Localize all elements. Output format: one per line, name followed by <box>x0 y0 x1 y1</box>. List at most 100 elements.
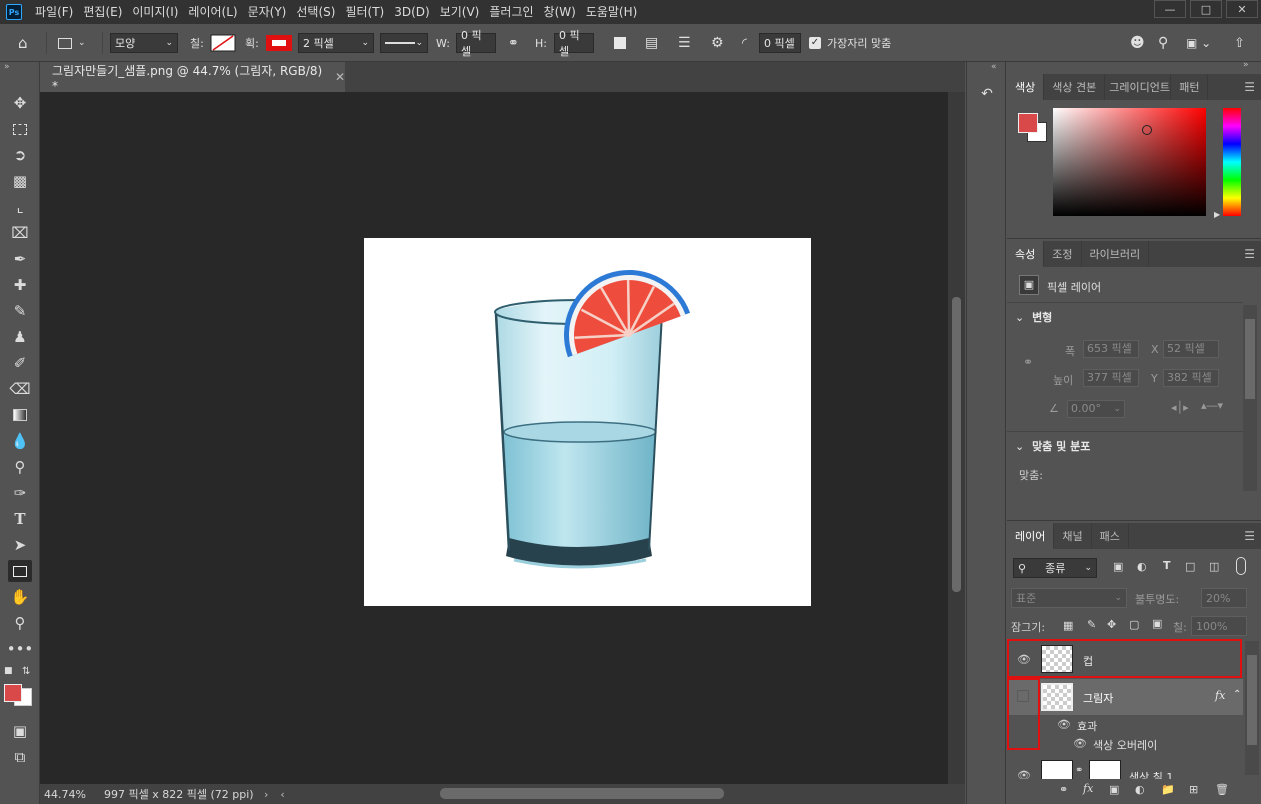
hand-tool-icon[interactable]: ✋ <box>8 586 32 608</box>
expand-icon[interactable]: » <box>1243 60 1249 70</box>
filter-type-icon[interactable]: T <box>1163 559 1171 572</box>
panel-menu-icon[interactable]: ☰ <box>1244 247 1255 261</box>
angle-field[interactable]: 0.00° ⌄ <box>1067 400 1125 418</box>
zoom-tool-icon[interactable]: ⚲ <box>8 612 32 634</box>
filter-shape-icon[interactable]: □ <box>1185 560 1195 573</box>
panel-menu-icon[interactable]: ☰ <box>1244 529 1255 543</box>
width-input[interactable]: 0 픽셀 <box>456 29 496 58</box>
collapse-icon[interactable]: « <box>991 62 997 72</box>
rectangle-tool-icon[interactable] <box>8 560 32 582</box>
home-icon[interactable]: ⌂ <box>18 33 28 53</box>
close-window-button[interactable]: ✕ <box>1226 0 1258 18</box>
fill-field[interactable]: 100% <box>1191 616 1247 636</box>
menu-window[interactable]: 창(W) <box>539 0 581 24</box>
align-edges-checkbox[interactable]: ✓ 가장자리 맞춤 <box>809 33 891 53</box>
lock-transparent-icon[interactable]: ▦ <box>1063 619 1073 632</box>
eyedropper-tool-icon[interactable]: ✒ <box>8 248 32 270</box>
align-distribute-section-header[interactable]: ⌄ 맞춤 및 분포 <box>1015 438 1090 454</box>
menu-file[interactable]: 파일(F) <box>30 0 78 24</box>
width-field[interactable]: 653 픽셀 <box>1083 340 1139 358</box>
menu-edit[interactable]: 편집(E) <box>78 0 127 24</box>
filter-smart-object-icon[interactable]: ◫ <box>1209 560 1219 573</box>
quick-mask-icon[interactable]: ▣ <box>8 720 32 742</box>
path-alignment-icon[interactable]: ▤ <box>645 33 658 53</box>
tab-gradients[interactable]: 그레이디언트 <box>1105 74 1172 100</box>
tab-adjustments[interactable]: 조정 <box>1044 241 1082 267</box>
screen-mode-icon[interactable]: ⧉ <box>8 746 32 768</box>
filter-adjustment-icon[interactable]: ◐ <box>1137 560 1147 573</box>
stroke-swatch[interactable] <box>265 33 293 53</box>
hue-slider[interactable] <box>1223 108 1241 216</box>
share-icon[interactable]: ⇧ <box>1234 33 1245 53</box>
more-tools-icon[interactable]: ••• <box>7 638 34 660</box>
lock-image-icon[interactable]: ✎ <box>1087 618 1096 631</box>
gear-icon[interactable]: ⚙ <box>711 33 724 53</box>
pen-tool-icon[interactable]: ✑ <box>8 482 32 504</box>
document-tab[interactable]: 그림자만들기_샘플.png @ 44.7% (그림자, RGB/8) * ✕ <box>40 62 345 93</box>
brush-tool-icon[interactable]: ✎ <box>8 300 32 322</box>
menu-type[interactable]: 문자(Y) <box>243 0 292 24</box>
tab-libraries[interactable]: 라이브러리 <box>1082 241 1150 267</box>
tab-patterns[interactable]: 패턴 <box>1171 74 1209 100</box>
color-picker-cursor[interactable] <box>1142 125 1152 135</box>
menu-filter[interactable]: 필터(T) <box>340 0 389 24</box>
flip-horizontal-icon[interactable]: ◂│▸ <box>1171 401 1189 414</box>
layer-name[interactable]: 그림자 <box>1083 690 1113 706</box>
default-colors-icon[interactable]: ■ <box>4 666 13 676</box>
marquee-tool-icon[interactable] <box>8 118 32 140</box>
swap-colors-icon[interactable]: ⇅ <box>22 666 30 677</box>
share-user-icon[interactable]: ☻ <box>1130 33 1145 53</box>
path-operations-icon[interactable] <box>614 33 626 53</box>
foreground-color-swatch[interactable] <box>4 684 22 702</box>
tab-paths[interactable]: 패스 <box>1092 523 1129 549</box>
search-icon[interactable]: ⚲ <box>1158 33 1168 53</box>
filter-pixel-icon[interactable]: ▣ <box>1113 560 1123 573</box>
shape-mode-select[interactable]: 모양 ⌄ <box>110 33 178 53</box>
properties-scroll-thumb[interactable] <box>1245 319 1255 399</box>
menu-image[interactable]: 이미지(I) <box>127 0 183 24</box>
vertical-scrollbar[interactable] <box>948 92 965 784</box>
scroll-left-icon[interactable]: ‹ <box>280 788 284 801</box>
stroke-type-select[interactable]: ⌄ <box>380 33 428 53</box>
opacity-field[interactable]: 20% <box>1201 588 1247 608</box>
blur-tool-icon[interactable]: 💧 <box>8 430 32 452</box>
color-overlay-effect-row[interactable]: 👁 색상 오버레이 <box>1007 734 1243 754</box>
fx-icon[interactable]: fx <box>1215 689 1225 702</box>
zoom-level[interactable]: 44.74% <box>44 788 98 801</box>
frame-tool-icon[interactable]: ⌧ <box>8 222 32 244</box>
filter-toggle[interactable] <box>1236 557 1246 575</box>
dodge-tool-icon[interactable]: ⚲ <box>8 456 32 478</box>
menu-view[interactable]: 보기(V) <box>435 0 485 24</box>
eye-icon[interactable]: 👁 <box>1073 737 1087 750</box>
add-style-icon[interactable]: fx <box>1083 782 1093 795</box>
add-mask-icon[interactable]: ▣ <box>1109 783 1119 796</box>
lock-position-icon[interactable]: ✥ <box>1107 618 1116 631</box>
new-group-icon[interactable]: 📁 <box>1161 783 1175 796</box>
tab-swatches[interactable]: 색상 견본 <box>1044 74 1106 100</box>
history-brush-tool-icon[interactable]: ✐ <box>8 352 32 374</box>
lasso-tool-icon[interactable]: ➲ <box>8 144 32 166</box>
effects-row[interactable]: 👁 효과 <box>1007 715 1243 735</box>
delete-layer-icon[interactable]: 🗑 <box>1215 783 1229 796</box>
gradient-tool-icon[interactable] <box>8 404 32 426</box>
eraser-tool-icon[interactable]: ⌫ <box>8 378 32 400</box>
path-arrangement-icon[interactable]: ☰ <box>678 33 691 53</box>
layer-filter-select[interactable]: ⚲ 종류 ⌄ <box>1013 558 1097 578</box>
color-field[interactable] <box>1053 108 1206 216</box>
transform-section-header[interactable]: ⌄ 변형 <box>1015 309 1052 325</box>
flip-vertical-icon[interactable]: ▴―▾ <box>1201 399 1223 412</box>
color-panel-foreground-swatch[interactable] <box>1018 113 1038 133</box>
tab-layers[interactable]: 레이어 <box>1007 523 1055 549</box>
eye-icon[interactable]: 👁 <box>1057 718 1071 731</box>
new-adjustment-icon[interactable]: ◐ <box>1135 783 1145 796</box>
object-selection-tool-icon[interactable]: ▩ <box>8 170 32 192</box>
vertical-scroll-thumb[interactable] <box>952 297 961 592</box>
panel-menu-icon[interactable]: ☰ <box>1244 80 1255 94</box>
lock-all-icon[interactable]: ▣ <box>1152 617 1162 630</box>
tab-channels[interactable]: 채널 <box>1054 523 1092 549</box>
maximize-button[interactable]: □ <box>1190 0 1222 18</box>
properties-scrollbar[interactable] <box>1243 305 1257 491</box>
path-selection-tool-icon[interactable]: ➤ <box>8 534 32 556</box>
menu-select[interactable]: 선택(S) <box>291 0 340 24</box>
document-canvas[interactable] <box>364 238 811 606</box>
